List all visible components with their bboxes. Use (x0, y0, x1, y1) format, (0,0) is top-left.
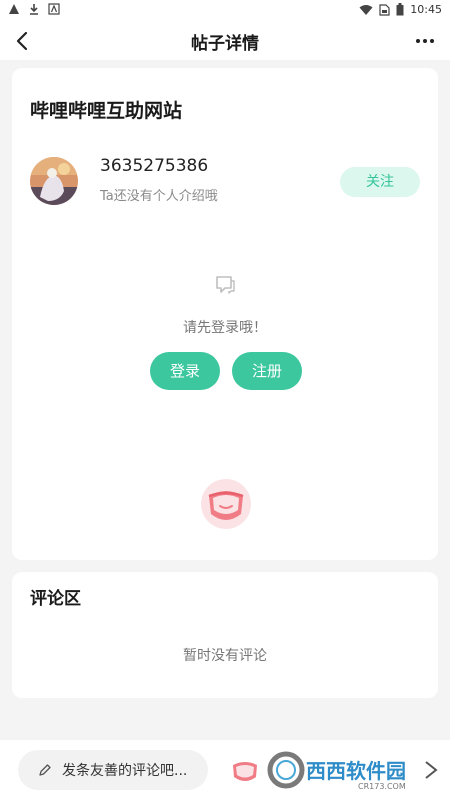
more-icon (416, 39, 434, 43)
mascot-small-icon[interactable] (230, 756, 260, 786)
post-title: 哔哩哔哩互助网站 (30, 100, 183, 122)
comments-title: 评论区 (30, 589, 81, 609)
watermark-subtext: CR173.COM (358, 782, 406, 791)
register-button[interactable]: 注册 (232, 352, 302, 390)
comment-input-placeholder: 发条友善的评论吧... (62, 763, 188, 779)
bottom-bar: 发条友善的评论吧... 西西软件园 CR173.COM (0, 740, 450, 799)
status-time: 10:45 (410, 3, 442, 16)
watermark-logo: 西西软件园 CR173.COM (267, 751, 438, 791)
author-bio: Ta还没有个人介绍哦 (100, 189, 218, 204)
pencil-icon (39, 764, 51, 776)
download-icon (30, 4, 38, 15)
battery-icon (396, 3, 404, 16)
warning-icon (9, 4, 19, 14)
avatar-image (30, 157, 78, 205)
app-bar: 帖子详情 (0, 20, 450, 60)
comments-card: 评论区 暂时没有评论 (12, 572, 438, 698)
watermark-text: 西西软件园 (306, 759, 406, 783)
more-button[interactable] (412, 28, 438, 54)
login-prompt: 请先登录哦！ (183, 320, 267, 336)
avatar[interactable] (30, 157, 78, 205)
post-card: 哔哩哔哩互助网站 3635275386 Ta还没有个人介绍哦 关注 请先登录哦！… (12, 68, 438, 560)
empty-comments-text: 暂时没有评论 (183, 648, 267, 664)
page-title: 帖子详情 (191, 34, 259, 54)
font-icon (48, 3, 60, 15)
chat-bubble-icon (216, 276, 235, 294)
author-username: 3635275386 (100, 156, 209, 176)
wifi-icon (359, 4, 373, 15)
login-button[interactable]: 登录 (150, 352, 220, 390)
status-bar: 10:45 (0, 0, 450, 20)
sim-icon (379, 3, 390, 16)
comment-input[interactable]: 发条友善的评论吧... (18, 750, 208, 790)
mascot-icon (201, 479, 251, 529)
follow-button[interactable]: 关注 (340, 167, 420, 197)
